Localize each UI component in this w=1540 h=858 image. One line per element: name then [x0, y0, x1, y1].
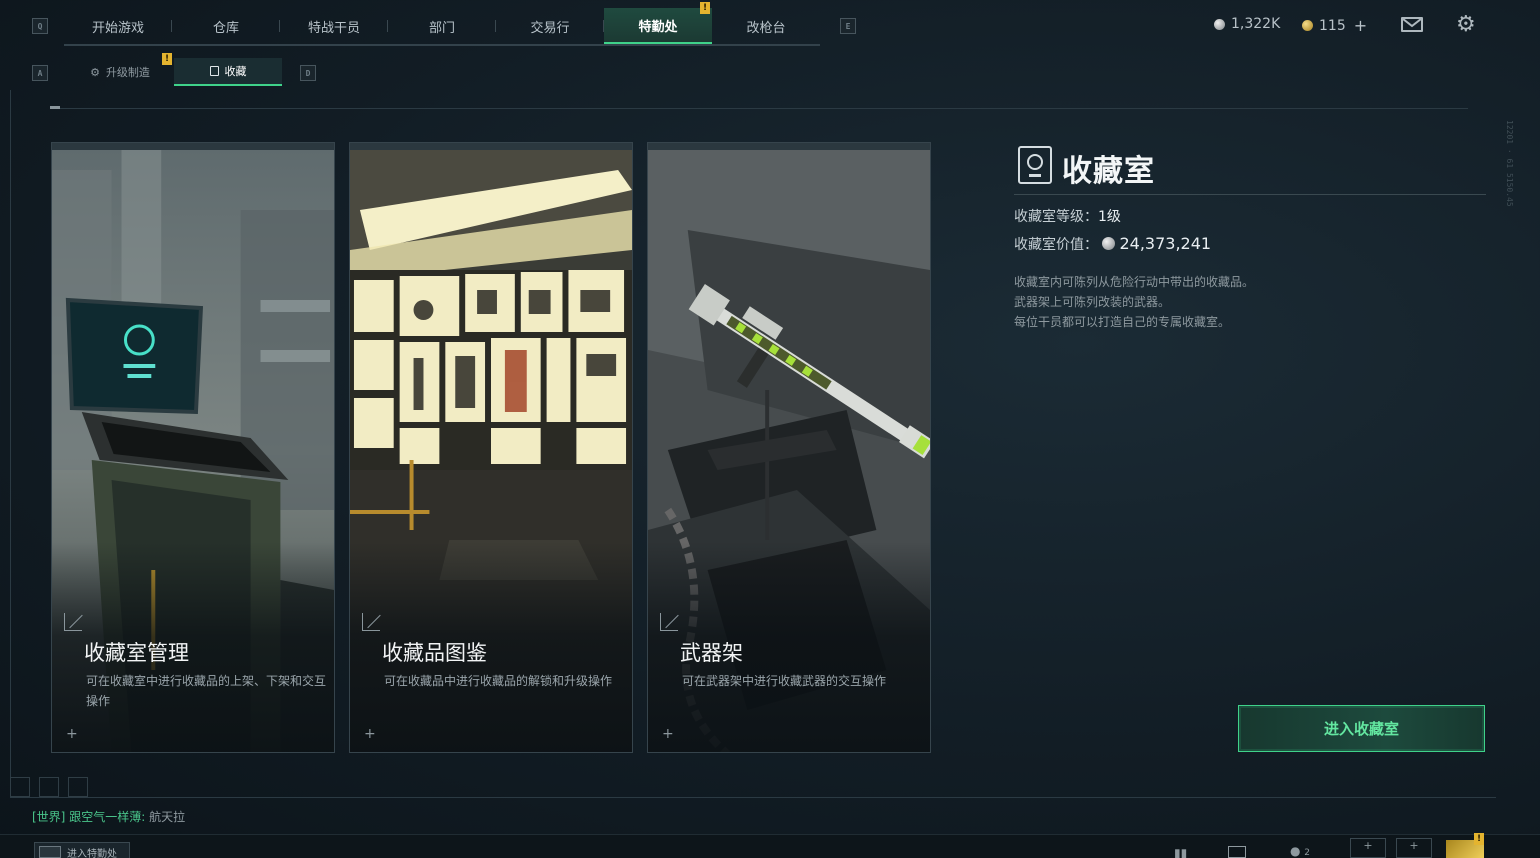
- subtab-upgrade[interactable]: ⚙ 升级制造 !: [66, 53, 174, 86]
- chat-channel: [世界]: [32, 810, 66, 824]
- tab-label: 部门: [428, 20, 455, 36]
- gold-currency[interactable]: 115 +: [1302, 16, 1367, 35]
- tab-label: 改枪台: [746, 20, 786, 36]
- value-label: 收藏室价值：: [1014, 237, 1098, 253]
- gold-amount: 115: [1319, 17, 1346, 34]
- frame-bottom-line: [10, 797, 1496, 798]
- card-description: 可在武器架中进行收藏武器的交互操作: [682, 674, 887, 688]
- collection-value-row: 收藏室价值： 24,373,241: [1014, 234, 1211, 254]
- tab-start-game[interactable]: 开始游戏: [64, 8, 172, 44]
- card-collection-room-management[interactable]: 收藏室管理 可在收藏室中进行收藏品的上架、下架和交互操作 +: [51, 142, 335, 753]
- card-topbar: [648, 143, 930, 150]
- card-description: 可在收藏品中进行收藏品的解锁和升级操作: [384, 674, 613, 688]
- hotkey-d[interactable]: D: [300, 65, 316, 81]
- enter-collection-room-button[interactable]: 进入收藏室: [1238, 705, 1485, 752]
- add-currency-button[interactable]: +: [1354, 16, 1367, 35]
- mail-icon[interactable]: [1401, 17, 1423, 32]
- stats-icon[interactable]: ▮▮: [1174, 846, 1194, 858]
- collection-room-icon: [1018, 146, 1052, 184]
- info-desc-line: 收藏室内可陈列从危险行动中带出的收藏品。: [1014, 275, 1255, 289]
- hotkey-e[interactable]: E: [840, 18, 856, 34]
- alert-badge: !: [162, 53, 172, 65]
- card-topbar: [52, 143, 334, 150]
- enter-special-ops-label: 进入特勤处: [67, 848, 117, 858]
- hotkey-a[interactable]: A: [32, 65, 48, 81]
- collection-icon: [209, 66, 219, 76]
- card-plus-mark: +: [364, 726, 376, 742]
- silver-currency[interactable]: 1,322K: [1214, 16, 1280, 32]
- tab-special-ops[interactable]: 特勤处 !: [604, 2, 712, 44]
- tab-label: 交易行: [530, 20, 570, 36]
- info-description: 收藏室内可陈列从危险行动中带出的收藏品。 武器架上可陈列改装的武器。 每位干员都…: [1014, 272, 1254, 332]
- silver-coin-icon: [1102, 237, 1116, 250]
- tab-trade[interactable]: 交易行: [496, 8, 604, 44]
- tab-department[interactable]: 部门: [388, 8, 496, 44]
- silver-coin-icon: [1214, 18, 1225, 30]
- card-collectibles-codex[interactable]: 收藏品图鉴 可在收藏品中进行收藏品的解锁和升级操作 +: [349, 142, 633, 753]
- add-slot-button[interactable]: +: [1350, 838, 1386, 858]
- silver-amount: 1,322K: [1231, 16, 1281, 32]
- level-value: 1级: [1098, 209, 1121, 225]
- frame-left-line: [10, 90, 11, 790]
- settings-gear-icon[interactable]: ⚙: [1456, 12, 1476, 37]
- page-title: 收藏室: [1062, 154, 1155, 189]
- gear-arrow-icon: ⚙: [90, 65, 100, 79]
- quick-slot[interactable]: [68, 777, 88, 797]
- sub-nav: ⚙ 升级制造 ! 收藏: [66, 53, 282, 86]
- card-title: 武器架: [680, 641, 743, 665]
- world-chat-line[interactable]: [世界] 跟空气一样薄: 航天拉: [32, 808, 185, 825]
- card-description: 可在收藏室中进行收藏品的上架、下架和交互操作: [86, 674, 327, 708]
- tab-label: 特战干员: [307, 20, 360, 36]
- info-desc-line: 武器架上可陈列改装的武器。: [1014, 295, 1171, 309]
- quick-slot[interactable]: [10, 777, 30, 797]
- collection-level-row: 收藏室等级：1级: [1014, 206, 1121, 226]
- vertical-code: 12201 · 61 5150.45: [1505, 120, 1514, 207]
- alert-badge: !: [700, 2, 710, 14]
- value-amount: 24,373,241: [1119, 234, 1212, 253]
- quick-slot[interactable]: [39, 777, 59, 797]
- top-nav: 开始游戏 仓库 特战干员 部门 交易行 特勤处 ! 改枪台: [64, 2, 820, 46]
- alert-badge: !: [1474, 833, 1484, 845]
- tab-label: 特勤处: [638, 19, 678, 35]
- tab-label: 开始游戏: [91, 20, 144, 36]
- gold-coin-icon: [1302, 20, 1313, 31]
- tab-warehouse[interactable]: 仓库: [172, 8, 280, 44]
- chat-sender: 跟空气一样薄:: [69, 810, 146, 824]
- friends-count: 2: [1304, 848, 1311, 858]
- enter-special-ops-button[interactable]: 进入特勤处: [34, 842, 130, 858]
- subtab-collection[interactable]: 收藏: [174, 58, 282, 86]
- info-desc-line: 每位干员都可以打造自己的专属收藏室。: [1014, 315, 1231, 329]
- tab-key-icon: [39, 846, 61, 858]
- frame-top-mark: [50, 106, 60, 109]
- card-topbar: [350, 143, 632, 150]
- card-corner-mark: [64, 613, 82, 631]
- card-weapon-rack[interactable]: 武器架 可在武器架中进行收藏武器的交互操作 +: [647, 142, 931, 753]
- ticket-icon[interactable]: [1228, 846, 1246, 858]
- friends-icon[interactable]: ● 2: [1290, 844, 1310, 858]
- subtab-label: 升级制造: [105, 66, 150, 79]
- tab-gunsmith[interactable]: 改枪台: [712, 8, 820, 44]
- info-divider: [1014, 194, 1486, 195]
- hotkey-q[interactable]: Q: [32, 18, 48, 34]
- card-corner-mark: [660, 613, 678, 631]
- card-plus-mark: +: [662, 726, 674, 742]
- subtab-label: 收藏: [224, 65, 247, 78]
- card-corner-mark: [362, 613, 380, 631]
- tab-label: 仓库: [212, 20, 239, 36]
- level-label: 收藏室等级：: [1014, 209, 1098, 225]
- card-title: 收藏品图鉴: [382, 641, 487, 665]
- tab-operators[interactable]: 特战干员: [280, 8, 388, 44]
- card-title: 收藏室管理: [84, 641, 189, 665]
- chat-text: 航天拉: [149, 810, 186, 824]
- frame-top-line: [50, 108, 1468, 109]
- add-slot-button[interactable]: +: [1396, 838, 1432, 858]
- card-plus-mark: +: [66, 726, 78, 742]
